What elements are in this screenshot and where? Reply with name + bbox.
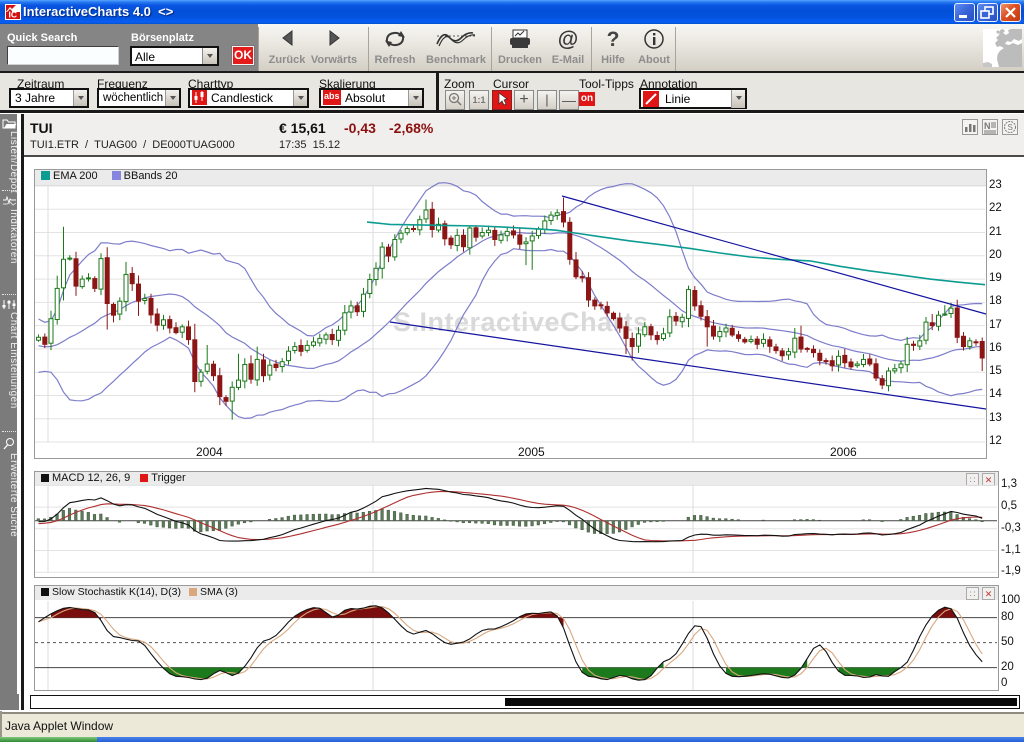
svg-text:N: N [984,121,991,131]
svg-text:S: S [1008,123,1013,132]
svg-text:IC: IC [9,10,18,20]
